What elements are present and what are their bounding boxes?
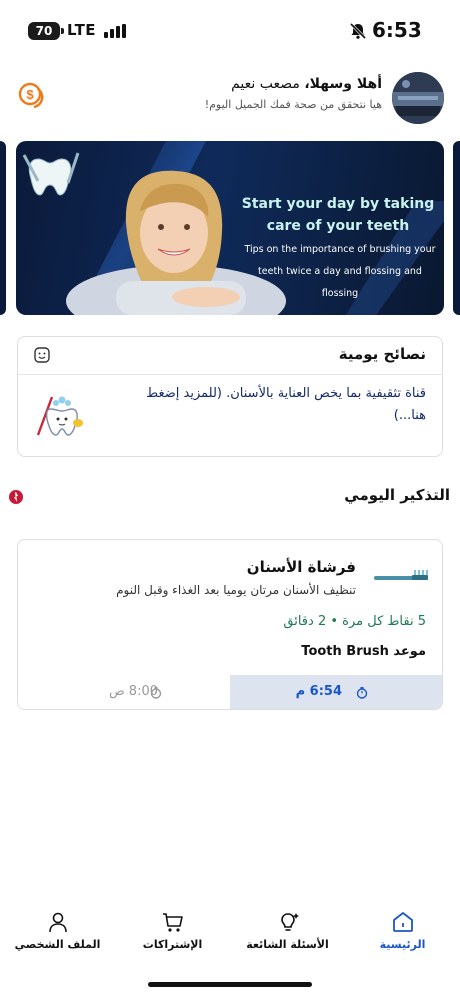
daily-tips-card[interactable]: نصائح يومية قناة تثقيفية بما يخص العناية… [17,336,443,457]
reminder-time-active: 6:54 م [295,684,342,699]
nav-label-subscriptions: الإشتراكات [142,938,203,951]
alert-icon[interactable] [9,490,23,504]
greeting-bold: أهلا وسهلا، [304,76,382,92]
nav-item-subscriptions[interactable]: الإشتراكات [115,896,230,966]
home-indicator[interactable] [148,982,312,987]
reminder-card[interactable]: فرشاة الأسنان تنظيف الأسنان مرتان يوميا … [17,539,443,710]
battery-indicator: 70 [28,22,64,40]
status-bar: 70 LTE 6:53 [0,0,460,62]
signal-icon [104,24,126,38]
coins-icon[interactable]: $ [16,80,48,112]
daily-tips-header: نصائح يومية [18,337,442,375]
reminder-appointment: موعد Tooth Brush [301,644,426,659]
nav-label-home: الرئيسية [379,938,426,951]
reminder-description: تنظيف الأسنان مرتان يوميا بعد الغذاء وقب… [116,583,356,597]
reminder-time-slot-morning[interactable]: 8:00 ص [18,675,230,709]
nav-label-profile: الملف الشخصي [14,938,101,951]
status-time: 6:53 [372,18,422,42]
tooth-brushing-icon [36,396,83,436]
promo-banner[interactable]: Start your day by taking care of your te… [16,141,444,315]
cart-icon [163,913,183,932]
nav-label-faq: الأسئلة الشائعة [246,938,329,951]
smiley-icon [34,347,50,363]
daily-tips-text[interactable]: قناة تثقيفية بما يخص العناية بالأسنان. (… [126,383,426,427]
reminder-name: فرشاة الأسنان [246,558,356,576]
network-type: LTE [67,21,97,39]
greeting: أهلا وسهلا، مصعب نعيم هيا نتحقق من صحة ف… [205,76,382,111]
avatar[interactable] [392,72,444,124]
clock-icon [356,687,368,699]
nav-item-faq[interactable]: الأسئلة الشائعة [230,896,345,966]
avatar-image [392,72,444,124]
banner-subtitle: Tips on the importance of brushing your … [244,244,436,299]
nav-item-profile[interactable]: الملف الشخصي [0,896,115,966]
svg-text:$: $ [26,87,34,102]
greeting-line: أهلا وسهلا، مصعب نعيم [205,76,382,92]
reminder-time-morning: 8:00 ص [108,684,158,699]
carousel-next-slide[interactable] [453,141,460,315]
reminder-time-slot-active[interactable]: 6:54 م [230,675,442,709]
carousel-prev-slide[interactable] [0,141,6,315]
reminder-points: 5 نقاط كل مرة • 2 دقائق [283,614,426,629]
user-name: مصعب نعيم [231,76,305,92]
nav-item-home[interactable]: الرئيسية [345,896,460,966]
toothbrush-icon [374,570,428,580]
bottom-nav: الرئيسية الأسئلة الشائعة الإشتراكات المل… [0,896,460,966]
daily-reminder-title: التذكير اليومي [344,486,450,504]
user-icon [49,912,67,933]
lightbulb-icon [281,913,299,931]
home-icon [393,912,413,932]
greeting-subtitle: هيا نتحقق من صحة فمك الجميل اليوم! [204,98,382,111]
banner-title: Start your day by taking care of your te… [241,196,435,234]
daily-tips-title: نصائح يومية [338,345,426,363]
bell-muted-icon [349,22,367,40]
